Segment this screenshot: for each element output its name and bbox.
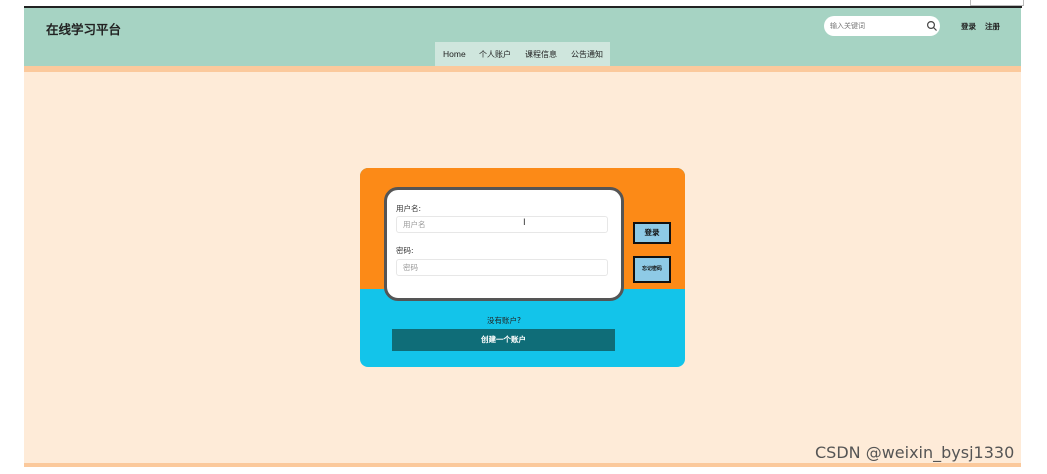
register-link[interactable]: 注册 (985, 21, 1000, 32)
create-account-button[interactable]: 创建一个账户 (392, 329, 615, 351)
search-input[interactable] (830, 18, 922, 34)
forgot-password-button[interactable]: 忘记密码 (633, 256, 671, 283)
window-corner-box (970, 0, 1024, 6)
nav-item-notices[interactable]: 公告通知 (571, 49, 603, 60)
username-label: 用户名: (396, 204, 422, 213)
login-card: 用户名: I 密码: 登录 忘记密码 没有账户? 创建一个账户 (360, 168, 685, 367)
login-link[interactable]: 登录 (961, 21, 976, 32)
nav-item-account[interactable]: 个人账户 (479, 49, 511, 60)
nav-item-courses[interactable]: 课程信息 (525, 49, 557, 60)
search-icon[interactable] (926, 20, 938, 32)
text-cursor-icon: I (523, 218, 526, 228)
username-input[interactable] (396, 216, 608, 233)
site-title: 在线学习平台 (46, 23, 122, 37)
password-label: 密码: (396, 246, 414, 255)
site-header: 在线学习平台 登录 注册 Home 个人账户 课程信息 公告通知 (24, 8, 1021, 66)
no-account-text: 没有账户? (487, 316, 521, 325)
nav-item-home[interactable]: Home (443, 49, 466, 59)
header-divider (24, 66, 1021, 72)
login-button[interactable]: 登录 (633, 222, 671, 244)
watermark: CSDN @weixin_bysj1330 (815, 443, 1015, 462)
password-input[interactable] (396, 259, 608, 276)
search-box (824, 16, 940, 36)
page-bottom-border (24, 463, 1021, 467)
login-form-panel: 用户名: I 密码: (384, 187, 624, 301)
main-nav: Home 个人账户 课程信息 公告通知 (435, 42, 610, 66)
app-page: 在线学习平台 登录 注册 Home 个人账户 课程信息 公告通知 用户名: I … (24, 8, 1021, 467)
